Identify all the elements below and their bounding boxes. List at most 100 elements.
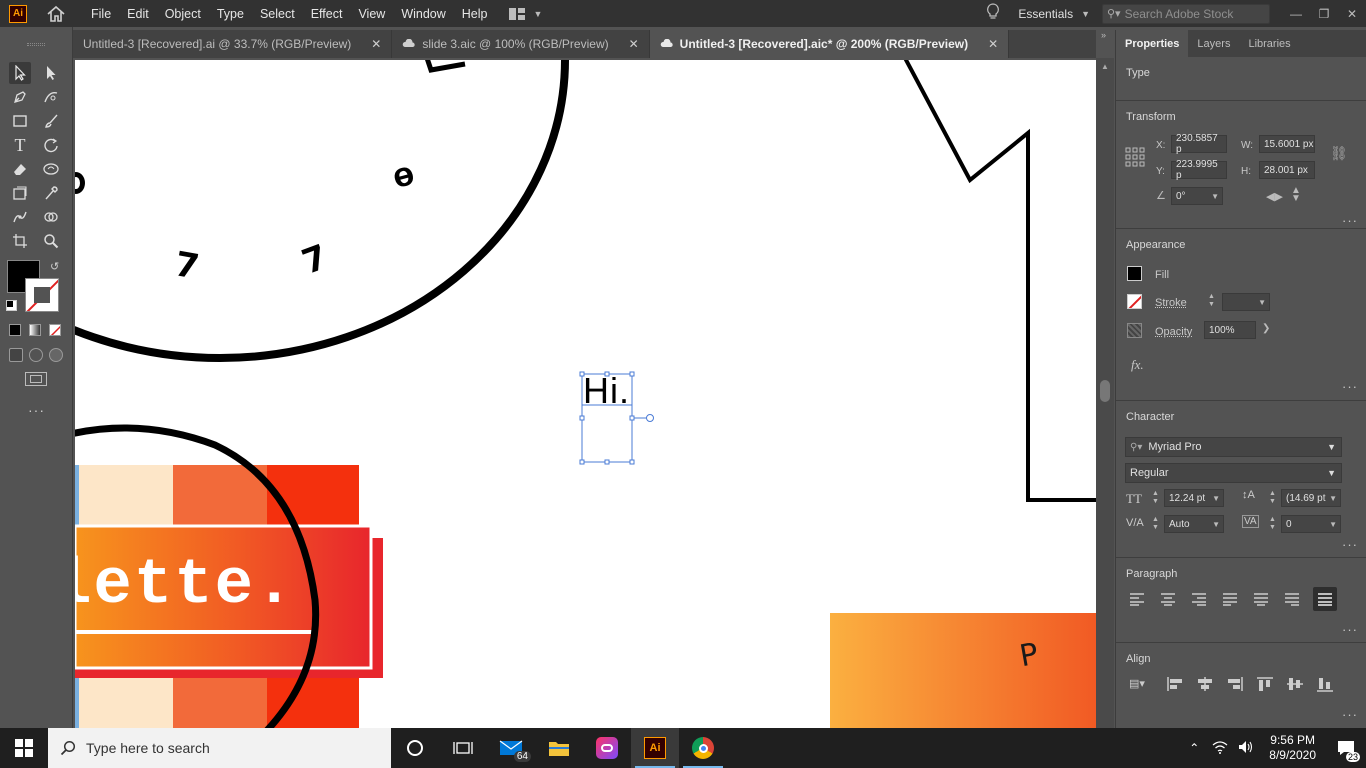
tab-untitled-3-ai[interactable]: Untitled-3 [Recovered].ai @ 33.7% (RGB/P…	[73, 30, 393, 58]
y-field[interactable]: 223.9995 p	[1171, 159, 1227, 181]
system-clock[interactable]: 9:56 PM 8/9/2020	[1259, 733, 1326, 763]
artboard[interactable]: ɵ 7 7 Hi. lette. P	[75, 60, 1096, 728]
height-field[interactable]: 28.001 px	[1259, 161, 1315, 179]
chrome-icon[interactable]	[679, 728, 727, 768]
reference-point-icon[interactable]	[1125, 147, 1145, 167]
kerning-stepper[interactable]: ▲ ▼	[1152, 516, 1159, 532]
align-right-edges-icon[interactable]	[1226, 676, 1244, 692]
tab-layers[interactable]: Layers	[1188, 30, 1239, 57]
minimize-button[interactable]: —	[1282, 7, 1310, 21]
vertical-scrollbar[interactable]: ▲	[1096, 58, 1114, 728]
flip-horizontal-icon[interactable]: ◀▶	[1266, 190, 1283, 203]
arrange-documents-button[interactable]: ▼	[508, 7, 542, 21]
scroll-up-icon[interactable]: ▲	[1096, 58, 1114, 71]
tab-slide-3[interactable]: slide 3.aic @ 100% (RGB/Preview) ✕	[392, 30, 650, 58]
home-icon[interactable]	[45, 3, 67, 25]
tab-untitled-3-aic[interactable]: Untitled-3 [Recovered].aic* @ 200% (RGB/…	[649, 30, 1010, 58]
leading-field[interactable]: (14.69 pt ▼	[1281, 489, 1341, 507]
paintbrush-tool-icon[interactable]	[40, 110, 62, 132]
close-icon[interactable]: ✕	[988, 37, 998, 51]
selection-tool-icon[interactable]	[9, 62, 31, 84]
rectangle-tool-icon[interactable]	[9, 110, 31, 132]
font-size-stepper[interactable]: ▲ ▼	[1152, 490, 1159, 506]
close-window-button[interactable]: ✕	[1338, 7, 1366, 21]
volume-icon[interactable]	[1233, 740, 1259, 757]
menu-effect[interactable]: Effect	[303, 7, 351, 21]
draw-behind-icon[interactable]	[29, 348, 43, 362]
notifications-icon[interactable]: 23	[1326, 728, 1366, 768]
width-field[interactable]: 15.6001 px	[1259, 135, 1315, 153]
font-size-field[interactable]: 12.24 pt ▼	[1164, 489, 1224, 507]
search-stock-input[interactable]: ⚲▾ Search Adobe Stock	[1102, 3, 1270, 24]
color-mode-icon[interactable]	[9, 324, 21, 336]
cortana-icon[interactable]	[391, 728, 439, 768]
opacity-label[interactable]: Opacity	[1155, 326, 1192, 338]
stroke-weight-field[interactable]: ▼	[1222, 293, 1270, 311]
menu-select[interactable]: Select	[252, 7, 303, 21]
artboard-tool-icon[interactable]	[9, 230, 31, 252]
align-top-edges-icon[interactable]	[1256, 676, 1274, 692]
puppet-warp-tool-icon[interactable]	[9, 206, 31, 228]
restore-button[interactable]: ❐	[1310, 7, 1338, 21]
task-view-icon[interactable]	[439, 728, 487, 768]
gradient-mode-icon[interactable]	[29, 324, 41, 336]
warp-tool-icon[interactable]	[40, 158, 62, 180]
stroke-stepper[interactable]: ▲ ▼	[1208, 293, 1215, 309]
kerning-field[interactable]: Auto ▼	[1164, 515, 1224, 533]
chevron-right-icon[interactable]: ❯	[1262, 323, 1270, 334]
swap-colors-icon[interactable]: ↺	[50, 260, 59, 273]
zoom-tool-icon[interactable]	[40, 230, 62, 252]
align-left-edges-icon[interactable]	[1166, 676, 1184, 692]
fill-swatch[interactable]	[1127, 266, 1142, 281]
justify-left-icon[interactable]	[1221, 592, 1239, 606]
eyedropper-tool-icon[interactable]	[40, 182, 62, 204]
more-options-icon[interactable]: ···	[1342, 707, 1358, 722]
more-options-icon[interactable]: ···	[1342, 537, 1358, 552]
selected-text-hi[interactable]: Hi.	[583, 370, 630, 412]
more-tools-icon[interactable]: ···	[28, 402, 45, 418]
workspace-switcher[interactable]: Essentials ▼	[1008, 7, 1102, 21]
menu-window[interactable]: Window	[393, 7, 453, 21]
align-vertical-centers-icon[interactable]	[1286, 676, 1304, 692]
eraser-tool-icon[interactable]	[9, 158, 31, 180]
free-transform-tool-icon[interactable]	[9, 182, 31, 204]
stroke-color-swatch[interactable]	[25, 278, 59, 312]
opacity-field[interactable]: 100%	[1204, 321, 1256, 339]
angle-field[interactable]: 0° ▼	[1171, 187, 1223, 205]
illustrator-taskbar-icon[interactable]: Ai	[631, 728, 679, 768]
menu-type[interactable]: Type	[209, 7, 252, 21]
shape-builder-tool-icon[interactable]	[40, 206, 62, 228]
justify-right-icon[interactable]	[1283, 592, 1301, 606]
taskbar-search-input[interactable]: Type here to search	[48, 728, 391, 768]
more-options-icon[interactable]: ···	[1342, 213, 1358, 228]
windows-start-icon[interactable]	[0, 728, 48, 768]
menu-edit[interactable]: Edit	[119, 7, 157, 21]
flip-vertical-icon[interactable]: ▲ ▼	[1291, 186, 1301, 204]
menu-view[interactable]: View	[350, 7, 393, 21]
draw-inside-icon[interactable]	[49, 348, 63, 362]
none-mode-icon[interactable]	[49, 324, 61, 336]
direct-selection-tool-icon[interactable]	[40, 62, 62, 84]
banner-text[interactable]: lette.	[75, 550, 295, 622]
more-options-icon[interactable]: ···	[1342, 379, 1358, 394]
align-horizontal-centers-icon[interactable]	[1196, 676, 1214, 692]
leading-stepper[interactable]: ▲ ▼	[1269, 490, 1276, 506]
lightbulb-icon[interactable]	[978, 3, 1008, 24]
curvature-tool-icon[interactable]	[40, 86, 62, 108]
menu-help[interactable]: Help	[454, 7, 496, 21]
x-field[interactable]: 230.5857 p	[1171, 133, 1227, 155]
menu-object[interactable]: Object	[157, 7, 209, 21]
show-hidden-icons-icon[interactable]: ⌃	[1181, 741, 1207, 755]
stroke-label[interactable]: Stroke	[1155, 297, 1187, 309]
align-left-icon[interactable]	[1128, 592, 1146, 606]
more-options-icon[interactable]: ···	[1342, 622, 1358, 637]
scroll-thumb[interactable]	[1100, 380, 1110, 402]
font-family-dropdown[interactable]: ⚲▾ Myriad Pro ▼	[1125, 437, 1342, 457]
file-explorer-icon[interactable]	[535, 728, 583, 768]
pen-tool-icon[interactable]	[9, 86, 31, 108]
fx-button[interactable]: fx.	[1131, 357, 1144, 373]
stroke-swatch[interactable]	[1127, 294, 1142, 309]
tracking-field[interactable]: 0 ▼	[1281, 515, 1341, 533]
screen-mode-icon[interactable]	[25, 372, 47, 386]
close-icon[interactable]: ✕	[629, 37, 639, 51]
